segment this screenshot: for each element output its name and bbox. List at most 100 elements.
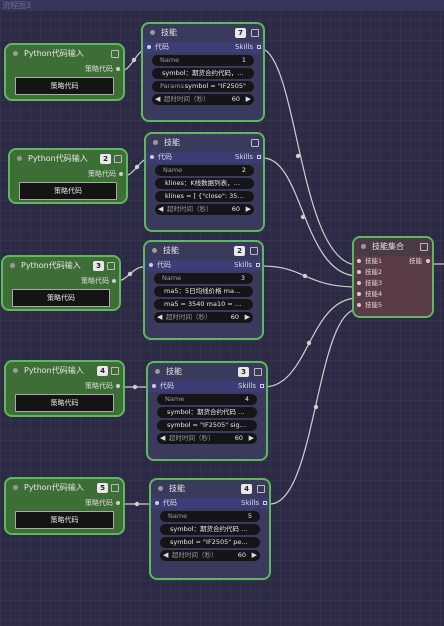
input-dot-icon[interactable] [357, 270, 361, 274]
external-link-icon[interactable] [251, 29, 259, 37]
input-dot-icon[interactable] [357, 303, 361, 307]
input-port-5[interactable]: 技能5 [354, 300, 432, 311]
code-input[interactable]: 策略代码 [15, 511, 114, 529]
timeout-stepper[interactable]: ◀ 超时时间（秒） 60 ▶ [157, 433, 257, 444]
output-port[interactable]: 策略代码 [6, 380, 123, 392]
node-header[interactable]: Python代码输入 [6, 45, 123, 63]
description-field[interactable]: ma5：5日均线价格 ma10 ... [154, 286, 253, 297]
python-input-node-3[interactable]: Python代码输入 3 策略代码 策略代码 [1, 255, 121, 311]
input-port-3[interactable]: 技能3 [354, 278, 432, 289]
external-link-icon[interactable] [254, 368, 262, 376]
node-header[interactable]: 技能 4 [151, 480, 269, 498]
node-header[interactable]: 技能 7 [143, 24, 263, 42]
name-field[interactable]: Name 4 [157, 394, 257, 405]
collapse-dot-icon[interactable] [153, 140, 158, 145]
increment-arrow-icon[interactable]: ▶ [246, 204, 251, 215]
input-dot-icon[interactable] [149, 263, 153, 267]
code-input[interactable]: 策略代码 [12, 289, 110, 307]
skill-node-1[interactable]: 技能 7 代码 Skills Name 1 symbol：期货合约代码，... P… [141, 22, 265, 122]
output-port[interactable]: 策略代码 [6, 497, 123, 509]
output-grid-icon[interactable] [260, 384, 264, 388]
external-link-icon[interactable] [250, 247, 258, 255]
node-header[interactable]: 技能 3 [148, 363, 266, 381]
decrement-arrow-icon[interactable]: ◀ [163, 550, 168, 561]
description-field[interactable]: klines：K线数据列表，用 ... [155, 178, 254, 189]
input-dot-icon[interactable] [150, 155, 154, 159]
output-port[interactable]: 策略代码 [3, 275, 119, 287]
input-dot-icon[interactable] [155, 501, 159, 505]
skill-node-2[interactable]: 技能 代码 Skills Name 2 klines：K线数据列表，用 ... k… [144, 132, 265, 232]
output-dot-icon[interactable] [116, 501, 120, 505]
input-dot-icon[interactable] [357, 292, 361, 296]
params-field[interactable]: symbol = "IF2505" signal ... [157, 420, 257, 431]
timeout-stepper[interactable]: ◀ 超时时间（秒） 60 ▶ [155, 204, 254, 215]
external-link-icon[interactable] [257, 485, 265, 493]
input-dot-icon[interactable] [357, 259, 361, 263]
decrement-arrow-icon[interactable]: ◀ [158, 204, 163, 215]
increment-arrow-icon[interactable]: ▶ [249, 433, 254, 444]
collapse-dot-icon[interactable] [17, 156, 22, 161]
params-field[interactable]: Params symbol = "IF2505" [152, 81, 254, 92]
description-field[interactable]: symbol：期货合约代码，... [152, 68, 254, 79]
output-dot-icon[interactable] [119, 172, 123, 176]
collapse-dot-icon[interactable] [13, 368, 18, 373]
collapse-dot-icon[interactable] [13, 485, 18, 490]
params-field[interactable]: ma5 = 3540 ma10 = 3510 ... [154, 299, 253, 310]
node-header[interactable]: 技能 [146, 134, 263, 152]
external-link-icon[interactable] [111, 367, 119, 375]
increment-arrow-icon[interactable]: ▶ [245, 312, 250, 323]
decrement-arrow-icon[interactable]: ◀ [155, 94, 160, 105]
timeout-stepper[interactable]: ◀ 超时时间（秒） 60 ▶ [152, 94, 254, 105]
output-port[interactable]: 策略代码 [6, 63, 123, 75]
collapse-dot-icon[interactable] [150, 30, 155, 35]
output-grid-icon[interactable] [256, 263, 260, 267]
node-header[interactable]: Python代码输入 4 [6, 362, 123, 380]
python-input-node-2[interactable]: Python代码输入 2 策略代码 策略代码 [8, 148, 128, 204]
external-link-icon[interactable] [251, 139, 259, 147]
input-port-2[interactable]: 技能2 [354, 267, 432, 278]
params-field[interactable]: klines = [ {"close": 3500 ... [155, 191, 254, 202]
collapse-dot-icon[interactable] [152, 248, 157, 253]
code-input[interactable]: 策略代码 [19, 182, 117, 200]
timeout-stepper[interactable]: ◀ 超时时间（秒） 60 ▶ [154, 312, 253, 323]
collapse-dot-icon[interactable] [158, 486, 163, 491]
output-grid-icon[interactable] [257, 45, 261, 49]
decrement-arrow-icon[interactable]: ◀ [160, 433, 165, 444]
collapse-dot-icon[interactable] [155, 369, 160, 374]
input-dot-icon[interactable] [152, 384, 156, 388]
input-dot-icon[interactable] [357, 281, 361, 285]
skill-collection-node[interactable]: 技能集合 技能1 技能 技能2 技能3 技能4 技能5 [352, 236, 434, 318]
timeout-stepper[interactable]: ◀ 超时时间（秒） 60 ▶ [160, 550, 260, 561]
output-dot-icon[interactable] [116, 384, 120, 388]
input-port-1[interactable]: 技能1 技能 [354, 256, 432, 267]
name-field[interactable]: Name 3 [154, 273, 253, 284]
output-dot-icon[interactable] [116, 67, 120, 71]
name-field[interactable]: Name 5 [160, 511, 260, 522]
python-input-node-5[interactable]: Python代码输入 5 策略代码 策略代码 [4, 477, 125, 535]
description-field[interactable]: symbol：期货合约代码 pe ... [160, 524, 260, 535]
external-link-icon[interactable] [420, 243, 428, 251]
name-field[interactable]: Name 1 [152, 55, 254, 66]
increment-arrow-icon[interactable]: ▶ [252, 550, 257, 561]
python-input-node-1[interactable]: Python代码输入 策略代码 策略代码 [4, 43, 125, 101]
output-grid-icon[interactable] [257, 155, 261, 159]
collapse-dot-icon[interactable] [13, 51, 18, 56]
input-port-4[interactable]: 技能4 [354, 289, 432, 300]
node-header[interactable]: Python代码输入 2 [10, 150, 126, 168]
code-input[interactable]: 策略代码 [15, 77, 114, 95]
external-link-icon[interactable] [111, 50, 119, 58]
skill-node-3[interactable]: 技能 2 代码 Skills Name 3 ma5：5日均线价格 ma10 ...… [143, 240, 264, 340]
description-field[interactable]: symbol：期货合约代码 sig... [157, 407, 257, 418]
node-header[interactable]: 技能集合 [354, 238, 432, 256]
output-dot-icon[interactable] [112, 279, 116, 283]
node-header[interactable]: Python代码输入 5 [6, 479, 123, 497]
code-input[interactable]: 策略代码 [15, 394, 114, 412]
input-dot-icon[interactable] [147, 45, 151, 49]
node-header[interactable]: 技能 2 [145, 242, 262, 260]
output-dot-icon[interactable] [426, 259, 430, 263]
collapse-dot-icon[interactable] [10, 263, 15, 268]
node-header[interactable]: Python代码输入 3 [3, 257, 119, 275]
output-port[interactable]: 策略代码 [10, 168, 126, 180]
external-link-icon[interactable] [107, 262, 115, 270]
params-field[interactable]: symbol = "IF2505" period ... [160, 537, 260, 548]
